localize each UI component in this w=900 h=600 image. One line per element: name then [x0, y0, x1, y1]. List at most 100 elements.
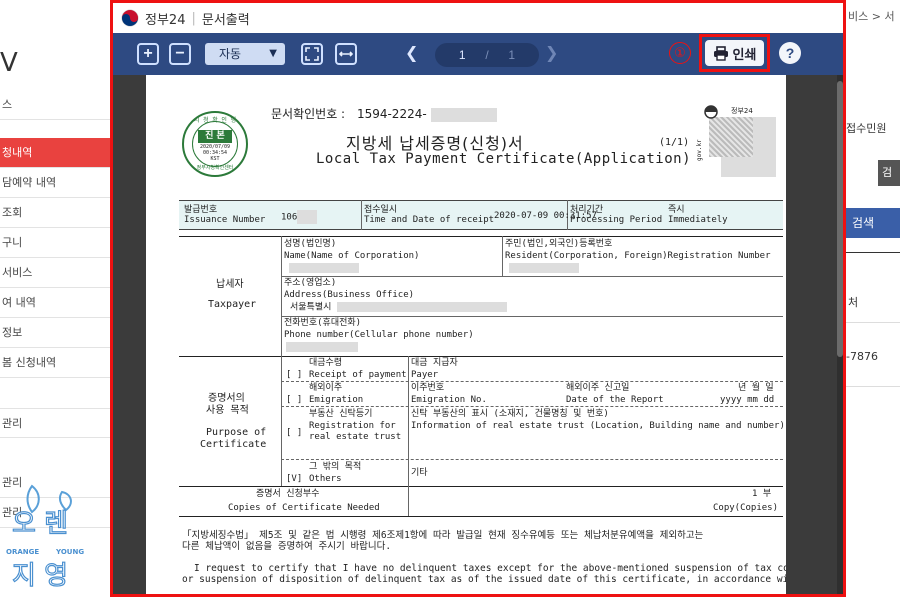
- sidebar-item[interactable]: 봄 신청내역: [0, 348, 110, 378]
- background-right-panel: 비스 > 서 접수민원 검 검색 처 -7876: [846, 0, 900, 600]
- address-label-kr: 주소(영업소): [284, 278, 337, 288]
- purpose-1-kr: 대금수령: [309, 358, 343, 368]
- resident-label-en: Resident(Corporation, Foreign)Registrati…: [505, 251, 771, 261]
- resident-label-kr: 주민(법인,외국인)등록번호: [505, 239, 613, 249]
- civil-label: 접수민원: [846, 122, 887, 135]
- document-viewer[interactable]: 시 청 확 인 행 진 본 2020/07/09 00:34:54 KST 정부…: [113, 75, 843, 594]
- purpose-2-ymd-kr: 년 월 일: [738, 383, 774, 393]
- copies-label-kr: 증명서 신청부수: [256, 489, 320, 499]
- purpose-1-check[interactable]: [ ]: [286, 370, 302, 381]
- purpose-2-kr: 해외이주: [309, 383, 343, 393]
- taxpayer-label-kr: 납세자: [216, 279, 244, 290]
- redacted-block: [430, 107, 497, 122]
- gov-emblem-icon: [121, 9, 139, 27]
- sidebar-item[interactable]: 담예약 내역: [0, 168, 110, 198]
- watermark-bottom-text: 지 영: [12, 561, 68, 591]
- document-page-count: (1/1): [659, 137, 690, 148]
- purpose-4-en: Others: [309, 474, 342, 484]
- purpose-3-check[interactable]: [ ]: [286, 428, 302, 439]
- note-line-2: 다른 체납액이 없음을 증명하여 주시기 바랍니다.: [182, 541, 392, 552]
- row-value: -7876: [846, 350, 878, 363]
- document-confirm-number: 문서확인번호 : 1594-2224-: [271, 105, 497, 122]
- purpose-2-detail2-kr: 해외이주 신고일: [566, 383, 630, 393]
- viewer-toolbar: + − 자동 ▼ ❮ 1 / 1 ❯ ① 인쇄 ?: [113, 33, 843, 75]
- page-current[interactable]: 1: [459, 48, 466, 62]
- zoom-out-button[interactable]: −: [169, 43, 191, 65]
- seal-main-text: 진 본: [198, 130, 232, 143]
- purpose-1-en: Receipt of payment: [309, 370, 407, 380]
- note-line-4: or suspension of disposition of delinque…: [182, 574, 786, 585]
- purpose-1-detail-en: Payer: [411, 370, 439, 380]
- sidebar-item-active[interactable]: 청내역: [0, 138, 110, 168]
- issue-no-label-en: Issuance Number: [184, 215, 266, 225]
- print-label: 인쇄: [732, 47, 757, 63]
- fit-page-button[interactable]: [301, 43, 323, 65]
- prev-page-button[interactable]: ❮: [405, 43, 418, 65]
- screen: { "background": { "logo_text": "V", "sid…: [0, 0, 900, 600]
- purpose-2-en: Emigration: [309, 395, 364, 405]
- address-value: 서울특별시: [290, 302, 507, 314]
- print-button[interactable]: 인쇄: [705, 40, 764, 66]
- purpose-2-ymd-en: yyyy mm dd: [720, 395, 775, 405]
- redacted-block: [289, 263, 359, 273]
- watermark-orange: ORANGE: [6, 548, 39, 556]
- fit-page-icon: [305, 47, 319, 61]
- purpose-label-en-2: Certificate: [200, 439, 267, 450]
- sidebar-item[interactable]: 관리: [0, 408, 110, 438]
- seal-kst: KST: [210, 156, 220, 162]
- sidebar-item[interactable]: 스: [0, 90, 110, 120]
- page-indicator: 1 / 1: [435, 43, 539, 67]
- chevron-down-icon: ▼: [269, 48, 277, 59]
- search-button[interactable]: 검색: [846, 208, 900, 238]
- zoom-value: 자동: [219, 47, 242, 61]
- purpose-2-detail-kr: 이주번호: [411, 383, 445, 393]
- copies-label-en: Copies of Certificate Needed: [228, 503, 380, 513]
- qr-label: 정부24: [731, 107, 753, 115]
- sidebar-item[interactable]: 구니: [0, 228, 110, 258]
- document-print-modal: 정부24 | 문서출력 + − 자동 ▼ ❮ 1 / 1 ❯ ① 인쇄 ? 시 …: [110, 0, 846, 597]
- purpose-3-detail-kr: 신탁 부동산의 표시 (소재지, 건물명칭 및 번호): [411, 409, 609, 419]
- period-label-en: Processing Period: [570, 215, 663, 225]
- purpose-3-kr: 부동산 신탁등기: [309, 409, 373, 419]
- zoom-in-button[interactable]: +: [137, 43, 159, 65]
- help-icon: ?: [785, 45, 795, 61]
- period-value-en: Immediately: [668, 215, 728, 225]
- page-total: 1: [508, 48, 516, 62]
- scrollbar-thumb[interactable]: [837, 81, 843, 357]
- watermark-logo: 오 렌 ORANGE YOUNG 지 영: [6, 484, 84, 592]
- minus-icon: −: [175, 45, 185, 62]
- sidebar-item[interactable]: 조회: [0, 198, 110, 228]
- plus-icon: +: [143, 45, 153, 62]
- next-page-button[interactable]: ❯: [545, 43, 558, 65]
- fit-width-button[interactable]: [335, 43, 357, 65]
- qr-code: [709, 117, 753, 157]
- purpose-3-en-1: Registration for: [309, 421, 396, 431]
- breadcrumb[interactable]: 비스 > 서: [848, 8, 895, 24]
- sidebar-item[interactable]: 서비스: [0, 258, 110, 288]
- purpose-4-kr: 그 밖의 목적: [309, 462, 362, 472]
- watermark-top-text: 오 렌: [12, 509, 68, 539]
- sidebar-item[interactable]: 정보: [0, 318, 110, 348]
- zoom-select[interactable]: 자동 ▼: [205, 43, 285, 65]
- help-button[interactable]: ?: [779, 42, 801, 64]
- search-type-button[interactable]: 검: [878, 160, 900, 186]
- site-logo[interactable]: V: [0, 48, 18, 78]
- page-separator: /: [485, 48, 489, 62]
- sidebar-item[interactable]: 여 내역: [0, 288, 110, 318]
- sidebar-menu: 스 청내역 담예약 내역 조회 구니 서비스 여 내역 정보 봄 신청내역 관리…: [0, 90, 110, 528]
- issue-no-value: 106: [281, 210, 318, 224]
- document-page: 시 청 확 인 행 진 본 2020/07/09 00:34:54 KST 정부…: [146, 75, 786, 594]
- purpose-1-detail-kr: 대금 지급자: [411, 358, 458, 368]
- purpose-4-check[interactable]: [V]: [286, 474, 302, 485]
- purpose-label-kr-1: 증명서의: [208, 393, 245, 404]
- step-marker: ①: [669, 42, 691, 64]
- document-title-english: Local Tax Payment Certificate(Applicatio…: [316, 151, 692, 167]
- name-label-en: Name(Name of Corporation): [284, 251, 420, 261]
- copies-value-en: Copy(Copies): [713, 503, 779, 513]
- watermark-young: YOUNG: [55, 548, 84, 556]
- chevron-left-icon: ❮: [405, 45, 419, 62]
- receipt-label-en: Time and Date of receipt: [364, 215, 495, 225]
- purpose-2-check[interactable]: [ ]: [286, 395, 302, 406]
- note-line-3: I request to certify that I have no deli…: [194, 563, 786, 574]
- purpose-4-detail-kr: 기타: [411, 468, 428, 478]
